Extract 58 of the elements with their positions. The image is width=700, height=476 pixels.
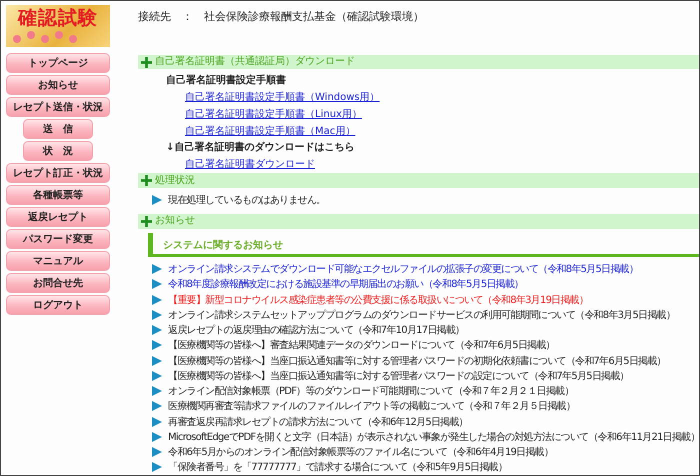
nav-button[interactable]: レセプト送信・状況 <box>6 97 110 117</box>
section-title: お知らせ <box>155 214 195 228</box>
plus-icon <box>141 56 152 68</box>
connection-text: 接続先 ： 社会保険診療報酬支払基金（確認試験環境） <box>138 9 425 25</box>
notice-item: MicrosoftEdgeでPDFを開くと文字（日本語）が表示されない事象が発生した場合の対処方法について（令和6年11月21日掲載） <box>168 430 699 444</box>
triangle-icon <box>152 447 162 458</box>
nav-button[interactable]: 状 況 <box>23 141 93 161</box>
logo-text: 確認試験 <box>18 7 98 29</box>
notice-item: 返戻レセプトの返戻理由の確認方法について（令和7年10月17日掲載） <box>168 324 464 338</box>
notice-item: オンライン配信対象帳票（PDF）等のダウンロード可能期間について（令和７年２月２１日掲載） <box>168 384 574 398</box>
dots-icon <box>12 30 78 44</box>
triangle-icon <box>152 340 162 350</box>
notice-item: 「保険者番号」を「77777777」で請求する場合について（令和5年9月5日掲載） <box>168 460 508 474</box>
triangle-icon <box>152 279 162 290</box>
nav-button[interactable]: トップページ <box>6 53 110 73</box>
nav-button[interactable]: 返戻レセプト <box>6 207 110 227</box>
notice-item: 【医療機関等の皆様へ】審査結果関連データのダウンロードについて（令和7年6月5日掲載） <box>168 338 555 352</box>
triangle-icon <box>152 325 162 336</box>
status-message: 現在処理しているものはありません。 <box>168 194 326 207</box>
notice-item: オンライン請求システムセットアッププログラムのダウンロードサービスの利用可能期間について（令和8年3月5日掲載） <box>168 308 676 322</box>
nav-button[interactable]: レセプト訂正・状況 <box>6 163 110 183</box>
notice-item[interactable]: オンライン請求システムでダウンロード可能なエクセルファイルの拡張子の変更について（令和8年5月5日掲載） <box>168 262 638 276</box>
triangle-icon <box>152 386 162 396</box>
triangle-icon <box>152 432 162 442</box>
triangle-icon <box>152 416 162 427</box>
notice-item[interactable]: 【重要】新型コロナウイルス感染症患者等の公費支援に係る取扱いについて（令和8年3月19日掲載） <box>168 292 588 307</box>
plus-icon <box>141 216 152 227</box>
triangle-icon <box>152 401 162 412</box>
manual-link[interactable]: 自己署名証明書設定手順書（Windows用） <box>185 89 380 106</box>
manual-link[interactable]: 自己署名証明書設定手順書（Mac用） <box>185 123 356 140</box>
triangle-icon <box>152 356 162 366</box>
notice-item: 令和6年5月からのオンライン配信対象帳票等のファイル名について（令和6年4月19日掲載） <box>168 446 554 460</box>
notice-category-heading: システムに関するお知らせ <box>148 232 699 257</box>
nav-button[interactable]: パスワード変更 <box>6 229 110 249</box>
download-link[interactable]: 自己署名証明書ダウンロード <box>185 156 315 174</box>
nav-button[interactable]: ログアウト <box>6 295 110 315</box>
nav-button[interactable]: 各種帳票等 <box>6 185 110 205</box>
plus-icon <box>141 175 152 186</box>
triangle-icon <box>152 195 162 205</box>
nav-button[interactable]: マニュアル <box>6 251 110 271</box>
notice-item: 医療機関再審査等請求ファイルのファイルレイアウト等の掲載について（令和７年２月５日掲載） <box>168 400 575 414</box>
section-title: 処理状況 <box>155 174 195 188</box>
subheading: ↓自己署名証明書のダウンロードはこちら <box>166 140 356 156</box>
subheading: 自己署名証明書設定手順書 <box>166 73 287 88</box>
manual-link[interactable]: 自己署名証明書設定手順書（Linux用） <box>185 106 362 124</box>
triangle-icon <box>152 370 162 381</box>
notice-item: 【医療機関等の皆様へ】当座口振込通知書等に対する管理者パスワードの初期化依頼書について（令和7年6月5日掲載） <box>168 354 666 368</box>
triangle-icon <box>152 310 162 320</box>
nav-button[interactable]: お問合せ先 <box>6 273 110 293</box>
notice-item[interactable]: 令和8年度診療報酬改定における施設基準の早期届出のお願い（令和8年5月5日掲載） <box>168 277 524 292</box>
triangle-icon <box>152 294 162 305</box>
triangle-icon <box>152 264 162 274</box>
section-title: 自己署名証明書（共通認証局）ダウンロード <box>155 55 355 70</box>
nav-button[interactable]: 送 信 <box>23 119 93 139</box>
nav-button[interactable]: お知らせ <box>6 75 110 95</box>
notice-item: 【医療機関等の皆様へ】当座口振込通知書等に対する管理者パスワードの設定について（令和7年5月5日掲載） <box>168 370 629 383</box>
notice-item: 再審査返戻再請求レセプトの請求方法について（令和6年12月5日掲載） <box>168 416 468 429</box>
triangle-icon <box>152 462 162 472</box>
